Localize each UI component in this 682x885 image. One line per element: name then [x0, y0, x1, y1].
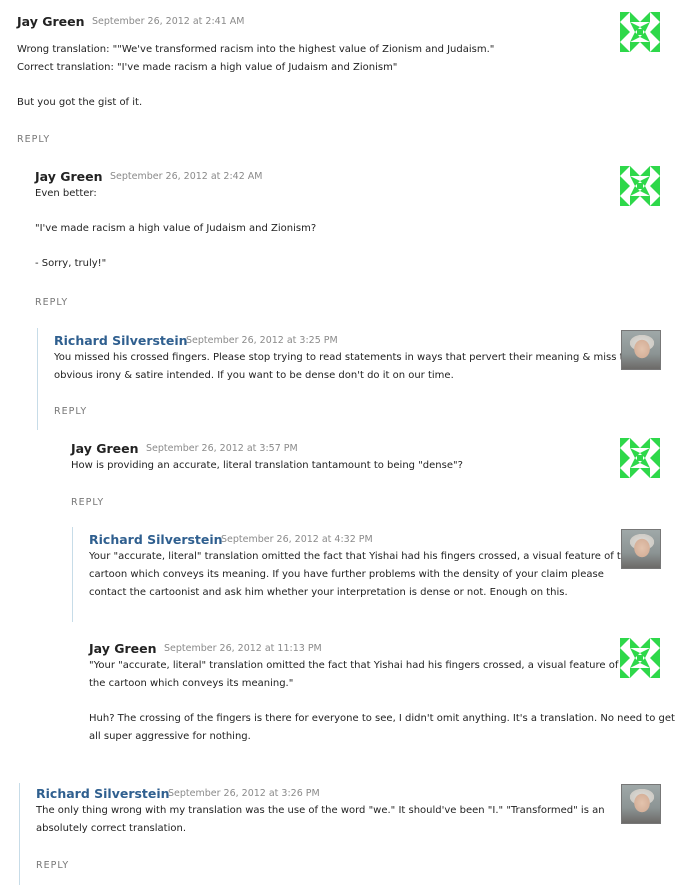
comment-paragraph: Your "accurate, literal" translation omi…: [89, 551, 633, 598]
comment: Jay Green September 26, 2012 at 11:13 PM…: [89, 638, 675, 751]
comment-paragraph: Even better:: [35, 188, 97, 199]
comment-author[interactable]: Jay Green: [71, 441, 138, 456]
comment-paragraph: How is providing an accurate, literal tr…: [71, 460, 463, 471]
avatar: [620, 638, 660, 678]
reply-link[interactable]: REPLY: [35, 297, 68, 308]
comment-body: You missed his crossed fingers. Please s…: [54, 349, 636, 385]
comment-paragraph: But you got the gist of it.: [17, 97, 143, 108]
comment-date[interactable]: September 26, 2012 at 3:25 PM: [186, 335, 338, 346]
comment-body: Wrong translation: ""We've transformed r…: [17, 41, 494, 112]
avatar: [621, 529, 661, 569]
comment: Richard Silverstein September 26, 2012 a…: [37, 328, 663, 430]
comment-body: "Your "accurate, literal" translation om…: [89, 657, 675, 746]
comment-paragraph: Huh? The crossing of the fingers is ther…: [89, 713, 675, 742]
comment: Richard Silverstein September 26, 2012 a…: [19, 783, 663, 885]
reply-link[interactable]: REPLY: [71, 497, 104, 508]
comment-body: The only thing wrong with my translation…: [36, 802, 605, 838]
reply-link[interactable]: REPLY: [36, 860, 69, 871]
comment-body: How is providing an accurate, literal tr…: [71, 457, 463, 475]
comment-paragraph: "I've made racism a high value of Judais…: [35, 223, 317, 234]
reply-link[interactable]: REPLY: [54, 406, 87, 417]
comment-date[interactable]: September 26, 2012 at 11:13 PM: [164, 643, 322, 654]
comment-date[interactable]: September 26, 2012 at 3:57 PM: [146, 443, 298, 454]
reply-link[interactable]: REPLY: [17, 134, 50, 145]
comment: Richard Silverstein September 26, 2012 a…: [72, 527, 663, 622]
comment-date[interactable]: September 26, 2012 at 3:26 PM: [168, 788, 320, 799]
comment-author[interactable]: Jay Green: [89, 641, 156, 656]
comment-paragraph: - Sorry, truly!": [35, 258, 107, 269]
avatar: [621, 784, 661, 824]
avatar: [621, 330, 661, 370]
comment: Jay Green September 26, 2012 at 3:57 PM …: [71, 438, 662, 516]
comment-date[interactable]: September 26, 2012 at 2:42 AM: [110, 171, 262, 182]
comment-author[interactable]: Richard Silverstein: [36, 786, 170, 801]
comment: Jay Green September 26, 2012 at 2:42 AM …: [35, 166, 662, 314]
comment-author[interactable]: Richard Silverstein: [89, 532, 223, 547]
comment-author[interactable]: Richard Silverstein: [54, 333, 188, 348]
comment-paragraph: You missed his crossed fingers. Please s…: [54, 352, 636, 381]
avatar: [620, 438, 660, 478]
comment-body: Even better: "I've made racism a high va…: [35, 185, 316, 273]
comment-author[interactable]: Jay Green: [35, 169, 102, 184]
comment-body: Your "accurate, literal" translation omi…: [89, 548, 633, 602]
comment: Jay Green September 26, 2012 at 2:41 AM …: [17, 12, 662, 154]
comment-paragraph: "Your "accurate, literal" translation om…: [89, 660, 619, 689]
comment-paragraph: Wrong translation: ""We've transformed r…: [17, 44, 495, 73]
avatar: [620, 166, 660, 206]
comment-paragraph: The only thing wrong with my translation…: [36, 805, 605, 834]
comment-date[interactable]: September 26, 2012 at 2:41 AM: [92, 16, 244, 27]
avatar: [620, 12, 660, 52]
comment-date[interactable]: September 26, 2012 at 4:32 PM: [221, 534, 373, 545]
comment-author[interactable]: Jay Green: [17, 14, 84, 29]
